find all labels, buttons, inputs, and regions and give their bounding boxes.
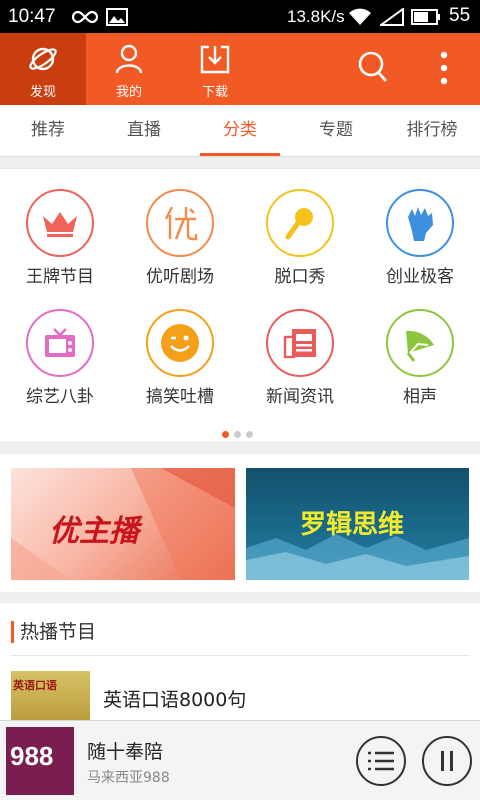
tv-icon <box>26 309 94 377</box>
you-char-icon <box>146 189 214 257</box>
fan-icon <box>386 309 454 377</box>
battery-icon <box>411 9 440 25</box>
mini-player[interactable]: 988 随十奉陪 马来西亚988 <box>0 720 480 800</box>
pause-icon <box>441 751 453 771</box>
battery-level: 55 <box>449 5 471 26</box>
banner-text: 罗辑思维 <box>300 510 405 540</box>
status-bar: 10:47 13.8K/s 55 <box>0 0 480 33</box>
category-item[interactable]: 创业极客 <box>360 169 480 289</box>
category-item[interactable]: 搞笑吐槽 <box>120 289 240 409</box>
crown-icon <box>26 189 94 257</box>
category-label: 新闻资讯 <box>266 387 334 407</box>
category-item[interactable]: 优听剧场 <box>120 169 240 289</box>
category-panel: 王牌节目 优听剧场 脱口秀 创业极客 综艺八卦 搞笑吐槽 新闻资讯 相声 <box>0 168 480 443</box>
net-speed: 13.8K/s <box>287 7 345 26</box>
infinity-icon <box>71 10 99 24</box>
category-label: 脱口秀 <box>274 267 326 287</box>
nav-discover[interactable]: 发现 <box>0 33 86 105</box>
nav-download-label: 下载 <box>201 85 228 100</box>
page-dot <box>222 431 229 438</box>
section-accent-bar <box>11 621 14 643</box>
microphone-icon <box>266 189 334 257</box>
nav-mine-label: 我的 <box>115 85 142 100</box>
newspaper-icon <box>266 309 334 377</box>
banner-you-anchor[interactable]: 优主播 <box>11 468 235 580</box>
nav-mine[interactable]: 我的 <box>86 33 172 105</box>
category-item[interactable]: 新闻资讯 <box>240 289 360 409</box>
program-thumbnail[interactable]: 英语口语 <box>11 671 90 725</box>
playlist-button[interactable] <box>356 736 406 786</box>
banner-luoji[interactable]: 罗辑思维 <box>246 468 469 580</box>
search-icon[interactable] <box>356 49 388 83</box>
category-label: 综艺八卦 <box>26 387 94 407</box>
category-label: 创业极客 <box>386 267 454 287</box>
banner-text: 优主播 <box>49 514 139 549</box>
program-title[interactable]: 英语口语8000句 <box>103 685 246 712</box>
hot-section: 热播节目 英语口语 英语口语8000句 <box>0 603 480 733</box>
tab-ranking[interactable]: 排行榜 <box>384 105 480 157</box>
category-label: 搞笑吐槽 <box>146 387 214 407</box>
tab-recommend[interactable]: 推荐 <box>0 105 96 157</box>
category-label: 优听剧场 <box>146 267 214 287</box>
nav-download[interactable]: 下载 <box>172 33 258 105</box>
category-item[interactable]: 相声 <box>360 289 480 409</box>
wifi-icon <box>349 8 371 25</box>
page-dot <box>234 431 241 438</box>
section-title: 热播节目 <box>20 621 97 643</box>
image-icon <box>106 8 128 26</box>
divider <box>11 655 469 656</box>
category-item[interactable]: 综艺八卦 <box>0 289 120 409</box>
station-cover: 988 <box>6 727 74 795</box>
now-playing-station: 马来西亚988 <box>87 770 170 786</box>
banner-row: 优主播 罗辑思维 <box>0 454 480 592</box>
category-label: 相声 <box>403 387 437 407</box>
app-bar: 发现 我的 下载 <box>0 33 480 105</box>
tab-topics[interactable]: 专题 <box>288 105 384 157</box>
tab-category[interactable]: 分类 <box>192 105 288 157</box>
nav-discover-label: 发现 <box>29 85 56 100</box>
tab-live[interactable]: 直播 <box>96 105 192 157</box>
category-label: 王牌节目 <box>26 267 94 287</box>
more-icon[interactable] <box>438 51 450 85</box>
smile-icon <box>146 309 214 377</box>
now-playing-title: 随十奉陪 <box>87 741 164 763</box>
category-item[interactable]: 王牌节目 <box>0 169 120 289</box>
page-indicator <box>222 423 258 442</box>
fist-icon <box>386 189 454 257</box>
page-dot <box>246 431 253 438</box>
planet-icon <box>29 47 57 71</box>
list-icon <box>368 751 394 771</box>
tab-bar: 推荐 直播 分类 专题 排行榜 <box>0 105 480 157</box>
pause-button[interactable] <box>422 736 472 786</box>
category-item[interactable]: 脱口秀 <box>240 169 360 289</box>
cover-text: 988 <box>10 741 54 771</box>
thumbnail-text: 英语口语 <box>13 679 57 692</box>
user-icon <box>115 44 143 74</box>
download-icon <box>200 45 230 74</box>
sim-icon <box>380 8 404 26</box>
status-time: 10:47 <box>8 6 56 27</box>
